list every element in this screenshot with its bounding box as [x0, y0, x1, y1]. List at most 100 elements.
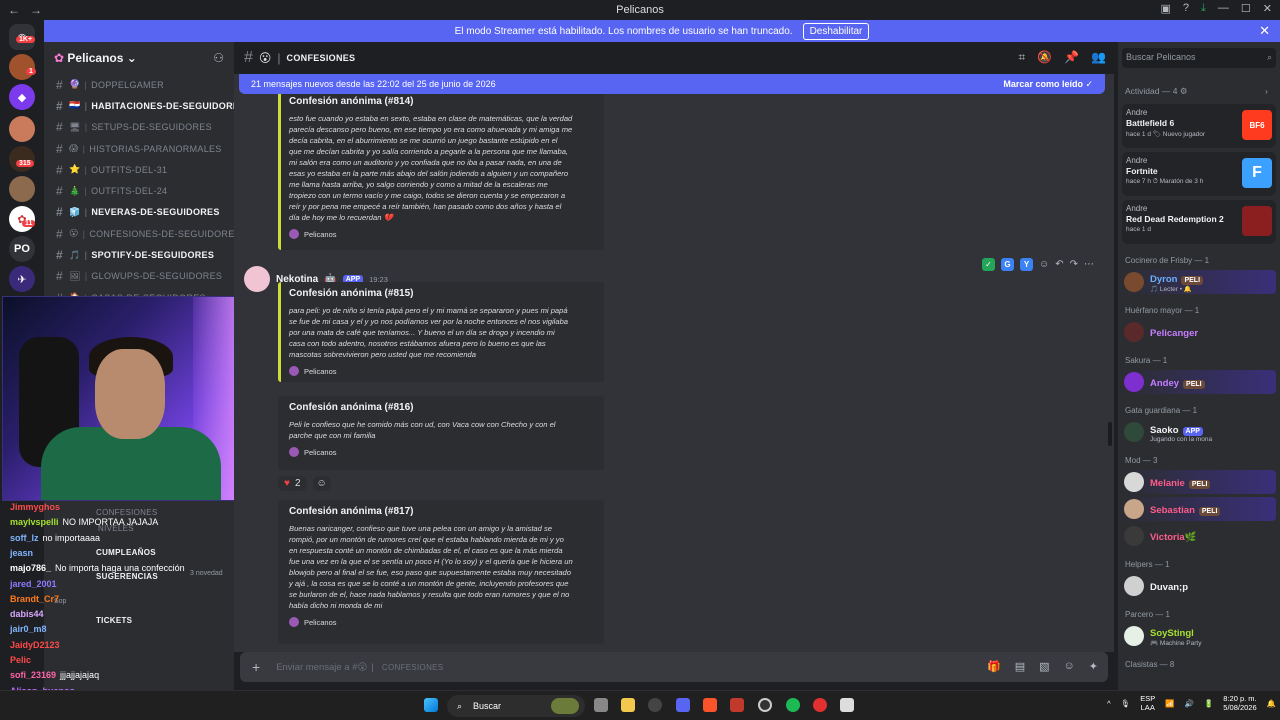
overlay-channel[interactable]: sugerencias: [96, 572, 158, 581]
task-view-icon[interactable]: [594, 698, 608, 712]
member-item[interactable]: Victoria🌿: [1122, 524, 1276, 548]
channel-confesiones-de-seguidores[interactable]: # 😮 | confesiones-de-seguidores: [44, 223, 234, 244]
members-icon[interactable]: 👥: [1091, 50, 1106, 65]
activity-card[interactable]: Andre Fortnite hace 7 h ⏱ Maratón de 3 hF: [1122, 152, 1276, 196]
gif-icon[interactable]: ▤: [1015, 660, 1025, 673]
chevron-right-icon[interactable]: ›: [1265, 86, 1268, 96]
channel-outfits-del-31[interactable]: # ⭐ | outfits-del-31: [44, 159, 234, 180]
disable-button[interactable]: Deshabilitar: [802, 22, 870, 40]
new-messages-bar[interactable]: 21 mensajes nuevos desde las 22:02 del 2…: [239, 74, 1105, 94]
forward-icon[interactable]: ↷: [1070, 259, 1078, 270]
back-arrow-icon[interactable]: ←: [8, 3, 20, 17]
server-icon-1[interactable]: [9, 54, 35, 80]
embed-body: Peli le confieso que he comido más con u…: [289, 420, 556, 440]
maximize-button[interactable]: ☐: [1241, 2, 1251, 15]
channel-spotify-de-seguidores[interactable]: # 🎵 | spotify-de-seguidores: [44, 244, 234, 265]
plus-icon[interactable]: +: [252, 659, 260, 675]
overlay-channel[interactable]: tickets: [96, 616, 132, 625]
embed-footer: Pelicanos: [289, 366, 596, 376]
member-item[interactable]: Andey PELI: [1122, 370, 1276, 394]
add-member-icon[interactable]: ⚇: [213, 51, 224, 65]
heart-reaction[interactable]: ♥ 2: [278, 476, 307, 491]
apps-icon[interactable]: ✦: [1089, 660, 1098, 673]
app-icon[interactable]: [730, 698, 744, 712]
download-icon[interactable]: ⤓: [1201, 2, 1206, 15]
channel-setups-de-seguidores[interactable]: # 🖥 | setups-de-seguidores: [44, 117, 234, 138]
close-button[interactable]: ✕: [1263, 2, 1272, 15]
server-icon-7[interactable]: ✈: [9, 266, 35, 292]
sticker-icon[interactable]: ▧: [1039, 660, 1049, 673]
member-item[interactable]: Dyron PELI 🎵 Lecter • 🔔: [1122, 270, 1276, 294]
threads-icon[interactable]: ⌗: [1018, 50, 1025, 65]
add-reaction-icon[interactable]: ☺: [1039, 259, 1049, 270]
discord-icon[interactable]: [676, 698, 690, 712]
activity-card[interactable]: Andre Battlefield 6 hace 1 d 🏷 Nuevo jugad…: [1122, 104, 1276, 148]
clock[interactable]: 8:20 p. m. 5/08/2026: [1223, 694, 1256, 712]
wifi-icon[interactable]: 📶: [1165, 699, 1174, 708]
overlay-channel[interactable]: cumpleaños: [96, 548, 156, 557]
inbox-icon[interactable]: ▣: [1161, 2, 1171, 15]
obs-icon[interactable]: [758, 698, 772, 712]
member-item[interactable]: Melanie PELI: [1122, 470, 1276, 494]
chrome-icon[interactable]: [648, 698, 662, 712]
emoji-icon[interactable]: ☺: [1064, 660, 1075, 673]
channel-doppelgamer[interactable]: # 🔮 | doppelgamer: [44, 74, 234, 95]
language-indicator[interactable]: ESP LAA: [1140, 694, 1155, 712]
channel-neveras-de-seguidores[interactable]: # 🧊 | neveras-de-seguidores: [44, 202, 234, 223]
channel-outfits-del-24[interactable]: # 🎄 | outfits-del-24: [44, 180, 234, 201]
notepad-icon[interactable]: [840, 698, 854, 712]
taskbar-search[interactable]: ⌕ Buscar: [447, 695, 585, 717]
letter-key[interactable]: Y: [1020, 258, 1033, 271]
spotify-icon[interactable]: [786, 698, 800, 712]
channel-list: # 🔮 | doppelgamer # 🇵🇾 | habitaciones-de-seguid…: [44, 74, 234, 308]
message-composer[interactable]: + Enviar mensaje a # 😮 | confesiones 🎁 ▤…: [240, 652, 1108, 682]
channel-historias-paranormales[interactable]: # 😱 | historias-paranormales: [44, 138, 234, 159]
minimize-button[interactable]: —: [1218, 2, 1229, 15]
overlay-channel[interactable]: confesiones: [96, 508, 158, 517]
server-icon-3[interactable]: [9, 116, 35, 142]
notification-icon[interactable]: 🔔: [1267, 699, 1276, 708]
confession-embed: Confesión anónima (#814) esto fue cuando…: [278, 90, 604, 250]
volume-icon[interactable]: 🔊: [1185, 699, 1194, 708]
more-icon[interactable]: ⋯: [1084, 259, 1094, 270]
member-item[interactable]: Pelicanger: [1122, 320, 1276, 344]
add-reaction-button[interactable]: ☺: [312, 476, 331, 491]
server-icon-5[interactable]: [9, 176, 35, 202]
member-item[interactable]: Saoko APP Jugando con la mona: [1122, 420, 1276, 444]
scrollbar-thumb[interactable]: [1108, 422, 1112, 446]
channel-habitaciones-de-seguidores[interactable]: # 🇵🇾 | habitaciones-de-seguidores: [44, 95, 234, 116]
server-icon-4[interactable]: [9, 146, 35, 172]
mark-read-button[interactable]: Marcar como leído ✓: [1003, 79, 1093, 90]
chevron-up-icon[interactable]: ^: [1107, 699, 1111, 708]
server-initials[interactable]: PO: [9, 236, 35, 262]
hash-icon: #: [56, 248, 63, 263]
server-icon-2[interactable]: ◆: [9, 84, 35, 110]
search-input[interactable]: Buscar Pelicanos ⌕: [1122, 48, 1276, 68]
member-item[interactable]: SoyStingl 🎮 Machine Party: [1122, 624, 1276, 648]
pin-icon[interactable]: 📌: [1064, 50, 1079, 65]
role-header: Parcero — 1: [1125, 610, 1170, 619]
member-item[interactable]: Duvan;p: [1122, 574, 1276, 598]
server-icon-6[interactable]: ✿: [9, 206, 35, 232]
battery-icon[interactable]: 🔋: [1204, 699, 1213, 708]
windows-start-icon[interactable]: [424, 698, 438, 712]
avatar[interactable]: [244, 266, 270, 292]
channel-glowups-de-seguidores[interactable]: # 🖼 | glowups-de-seguidores: [44, 266, 234, 287]
media-icon[interactable]: [813, 698, 827, 712]
gift-icon[interactable]: 🎁: [987, 660, 1001, 673]
channel-emoji: 😱: [68, 143, 79, 154]
server-header[interactable]: ✿ Pelicanos ⌄ ⚇: [44, 42, 234, 74]
close-icon[interactable]: ✕: [1259, 23, 1270, 39]
check-reaction-icon[interactable]: ✓: [982, 258, 995, 271]
file-explorer-icon[interactable]: [621, 698, 635, 712]
mic-icon[interactable]: 🎙: [1121, 699, 1131, 708]
mute-icon[interactable]: 🔕: [1037, 50, 1052, 65]
member-item[interactable]: Sebastian PELI: [1122, 497, 1276, 521]
activity-card[interactable]: Andre Red Dead Redemption 2 hace 1 d: [1122, 200, 1276, 244]
system-tray: ^ 🎙 ESP LAA 📶 🔊 🔋 8:20 p. m. 5/08/2026 🔔: [1107, 694, 1276, 712]
brave-icon[interactable]: [703, 698, 717, 712]
help-icon[interactable]: ?: [1183, 2, 1189, 15]
forward-arrow-icon[interactable]: →: [30, 3, 42, 17]
reply-icon[interactable]: ↶: [1055, 259, 1063, 270]
letter-key[interactable]: G: [1001, 258, 1014, 271]
